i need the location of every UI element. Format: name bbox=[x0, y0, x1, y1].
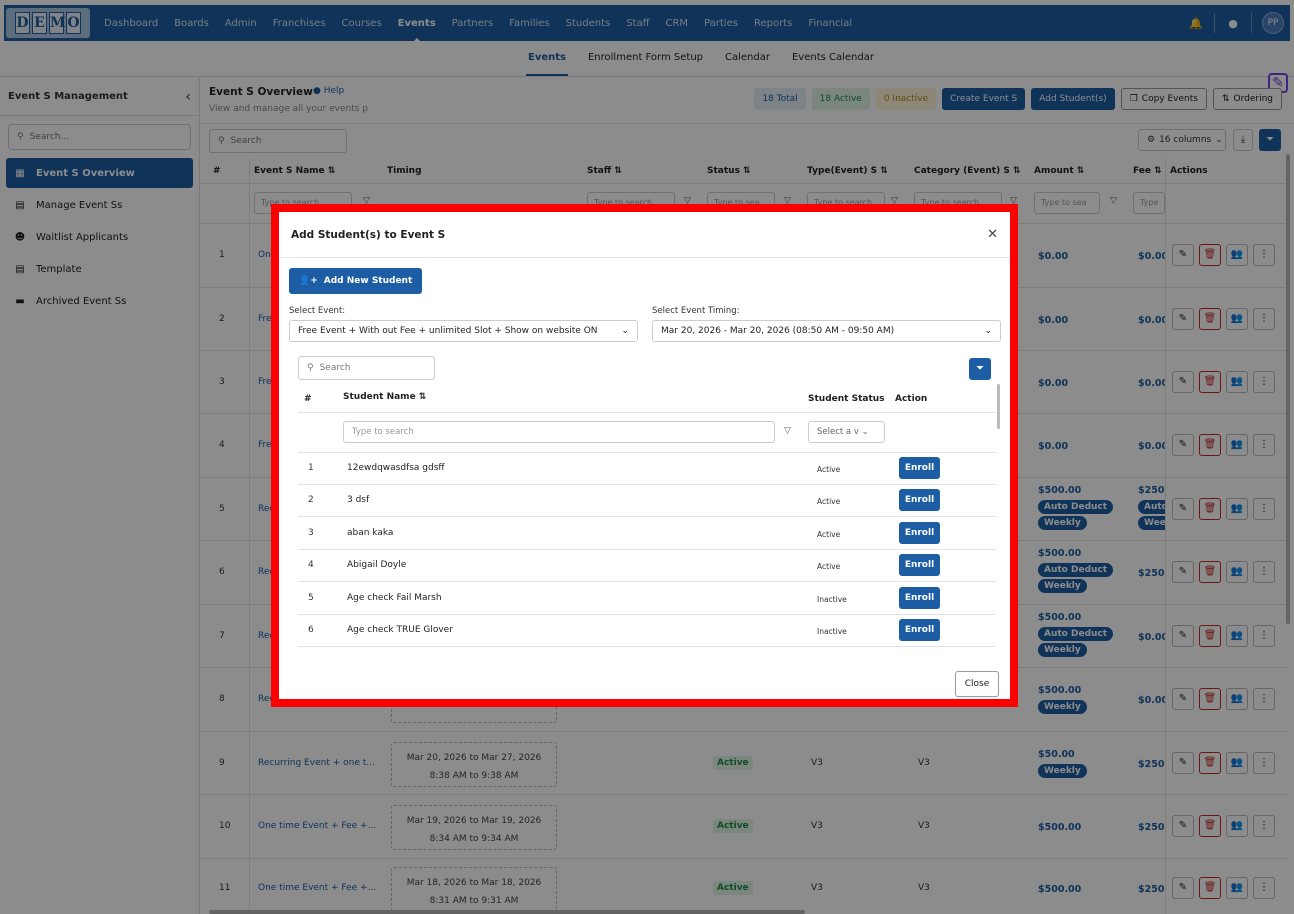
student-search-input[interactable]: ⚲ Search bbox=[298, 356, 435, 380]
row-number: 2 bbox=[308, 495, 314, 506]
student-status: Active bbox=[817, 465, 841, 474]
add-user-icon: 👤+ bbox=[299, 276, 318, 286]
enroll-button[interactable]: Enroll bbox=[899, 489, 940, 512]
chevron-down-icon: ⌄ bbox=[984, 326, 992, 336]
add-students-modal: Add Student(s) to Event S ✕ 👤+ Add New S… bbox=[279, 212, 1010, 699]
search-icon: ⚲ bbox=[307, 363, 314, 373]
row-number: 4 bbox=[308, 560, 314, 571]
row-number: 1 bbox=[308, 463, 314, 473]
students-filter-row: Type to search ▽ Select a v ⌄ bbox=[298, 412, 996, 453]
student-status: Inactive bbox=[817, 594, 847, 604]
add-new-label: Add New Student bbox=[323, 276, 413, 286]
close-icon[interactable]: ✕ bbox=[987, 227, 998, 242]
col-student-name[interactable]: Student Name ⇅ bbox=[343, 392, 426, 402]
modal-scrollbar[interactable] bbox=[997, 384, 1000, 429]
enroll-button[interactable]: Enroll bbox=[899, 457, 940, 479]
col-student-status: Student Status bbox=[808, 394, 885, 404]
col-action: Action bbox=[895, 394, 928, 404]
select-timing-label: Select Event Timing: bbox=[652, 306, 740, 316]
filter-icon[interactable]: ⏷ bbox=[969, 358, 991, 380]
select-event-dropdown[interactable]: Free Event + With out Fee + unlimited Sl… bbox=[289, 320, 638, 342]
student-status: Active bbox=[817, 562, 841, 572]
student-name: Age check TRUE Glover bbox=[347, 625, 453, 635]
add-new-student-button[interactable]: 👤+ Add New Student bbox=[289, 268, 423, 294]
student-name-filter[interactable]: Type to search bbox=[343, 421, 775, 443]
select-timing-dropdown[interactable]: Mar 20, 2026 - Mar 20, 2026 (08:50 AM - … bbox=[652, 320, 1001, 342]
student-row: 5 Age check Fail Marsh Inactive Enroll bbox=[298, 583, 996, 615]
student-status: Inactive bbox=[817, 627, 847, 636]
student-status-filter[interactable]: Select a v ⌄ bbox=[808, 421, 885, 443]
modal-header: Add Student(s) to Event S ✕ bbox=[279, 212, 1010, 258]
chevron-down-icon: ⌄ bbox=[621, 326, 629, 336]
student-row: 6 Age check TRUE Glover Inactive Enroll bbox=[298, 615, 996, 647]
select-event-value: Free Event + With out Fee + unlimited Sl… bbox=[298, 326, 598, 336]
student-status: Active bbox=[817, 529, 841, 539]
modal-title: Add Student(s) to Event S bbox=[291, 228, 446, 241]
student-name: Age check Fail Marsh bbox=[347, 592, 442, 603]
enroll-button[interactable]: Enroll bbox=[899, 554, 940, 577]
enroll-button[interactable]: Enroll bbox=[899, 521, 940, 544]
select-event-label: Select Event: bbox=[289, 306, 346, 316]
students-table: # Student Name ⇅ Student Status Action T… bbox=[298, 384, 996, 648]
enroll-button[interactable]: Enroll bbox=[899, 619, 940, 641]
modal-highlight-frame: Add Student(s) to Event S ✕ 👤+ Add New S… bbox=[271, 204, 1018, 707]
row-number: 3 bbox=[308, 527, 314, 538]
student-name: 12ewdqwasdfsa gdsff bbox=[347, 463, 445, 473]
students-table-header: # Student Name ⇅ Student Status Action bbox=[298, 384, 996, 412]
col-num: # bbox=[304, 394, 312, 404]
student-name: Abigail Doyle bbox=[347, 560, 407, 571]
row-number: 5 bbox=[308, 592, 314, 603]
student-name: aban kaka bbox=[347, 527, 394, 538]
select-timing-value: Mar 20, 2026 - Mar 20, 2026 (08:50 AM - … bbox=[661, 326, 895, 336]
student-name: 3 dsf bbox=[347, 495, 370, 506]
close-button[interactable]: Close bbox=[955, 671, 999, 697]
funnel-icon[interactable]: ▽ bbox=[784, 426, 791, 436]
student-row: 4 Abigail Doyle Active Enroll bbox=[298, 550, 996, 583]
student-row: 3 aban kaka Active Enroll bbox=[298, 518, 996, 550]
student-row: 1 12ewdqwasdfsa gdsff Active Enroll bbox=[298, 453, 996, 485]
search-placeholder: Search bbox=[319, 363, 351, 373]
enroll-button[interactable]: Enroll bbox=[899, 586, 940, 609]
student-row: 2 3 dsf Active Enroll bbox=[298, 485, 996, 518]
student-status: Active bbox=[817, 497, 841, 507]
status-filter-placeholder: Select a v bbox=[817, 427, 859, 437]
row-number: 6 bbox=[308, 625, 314, 635]
